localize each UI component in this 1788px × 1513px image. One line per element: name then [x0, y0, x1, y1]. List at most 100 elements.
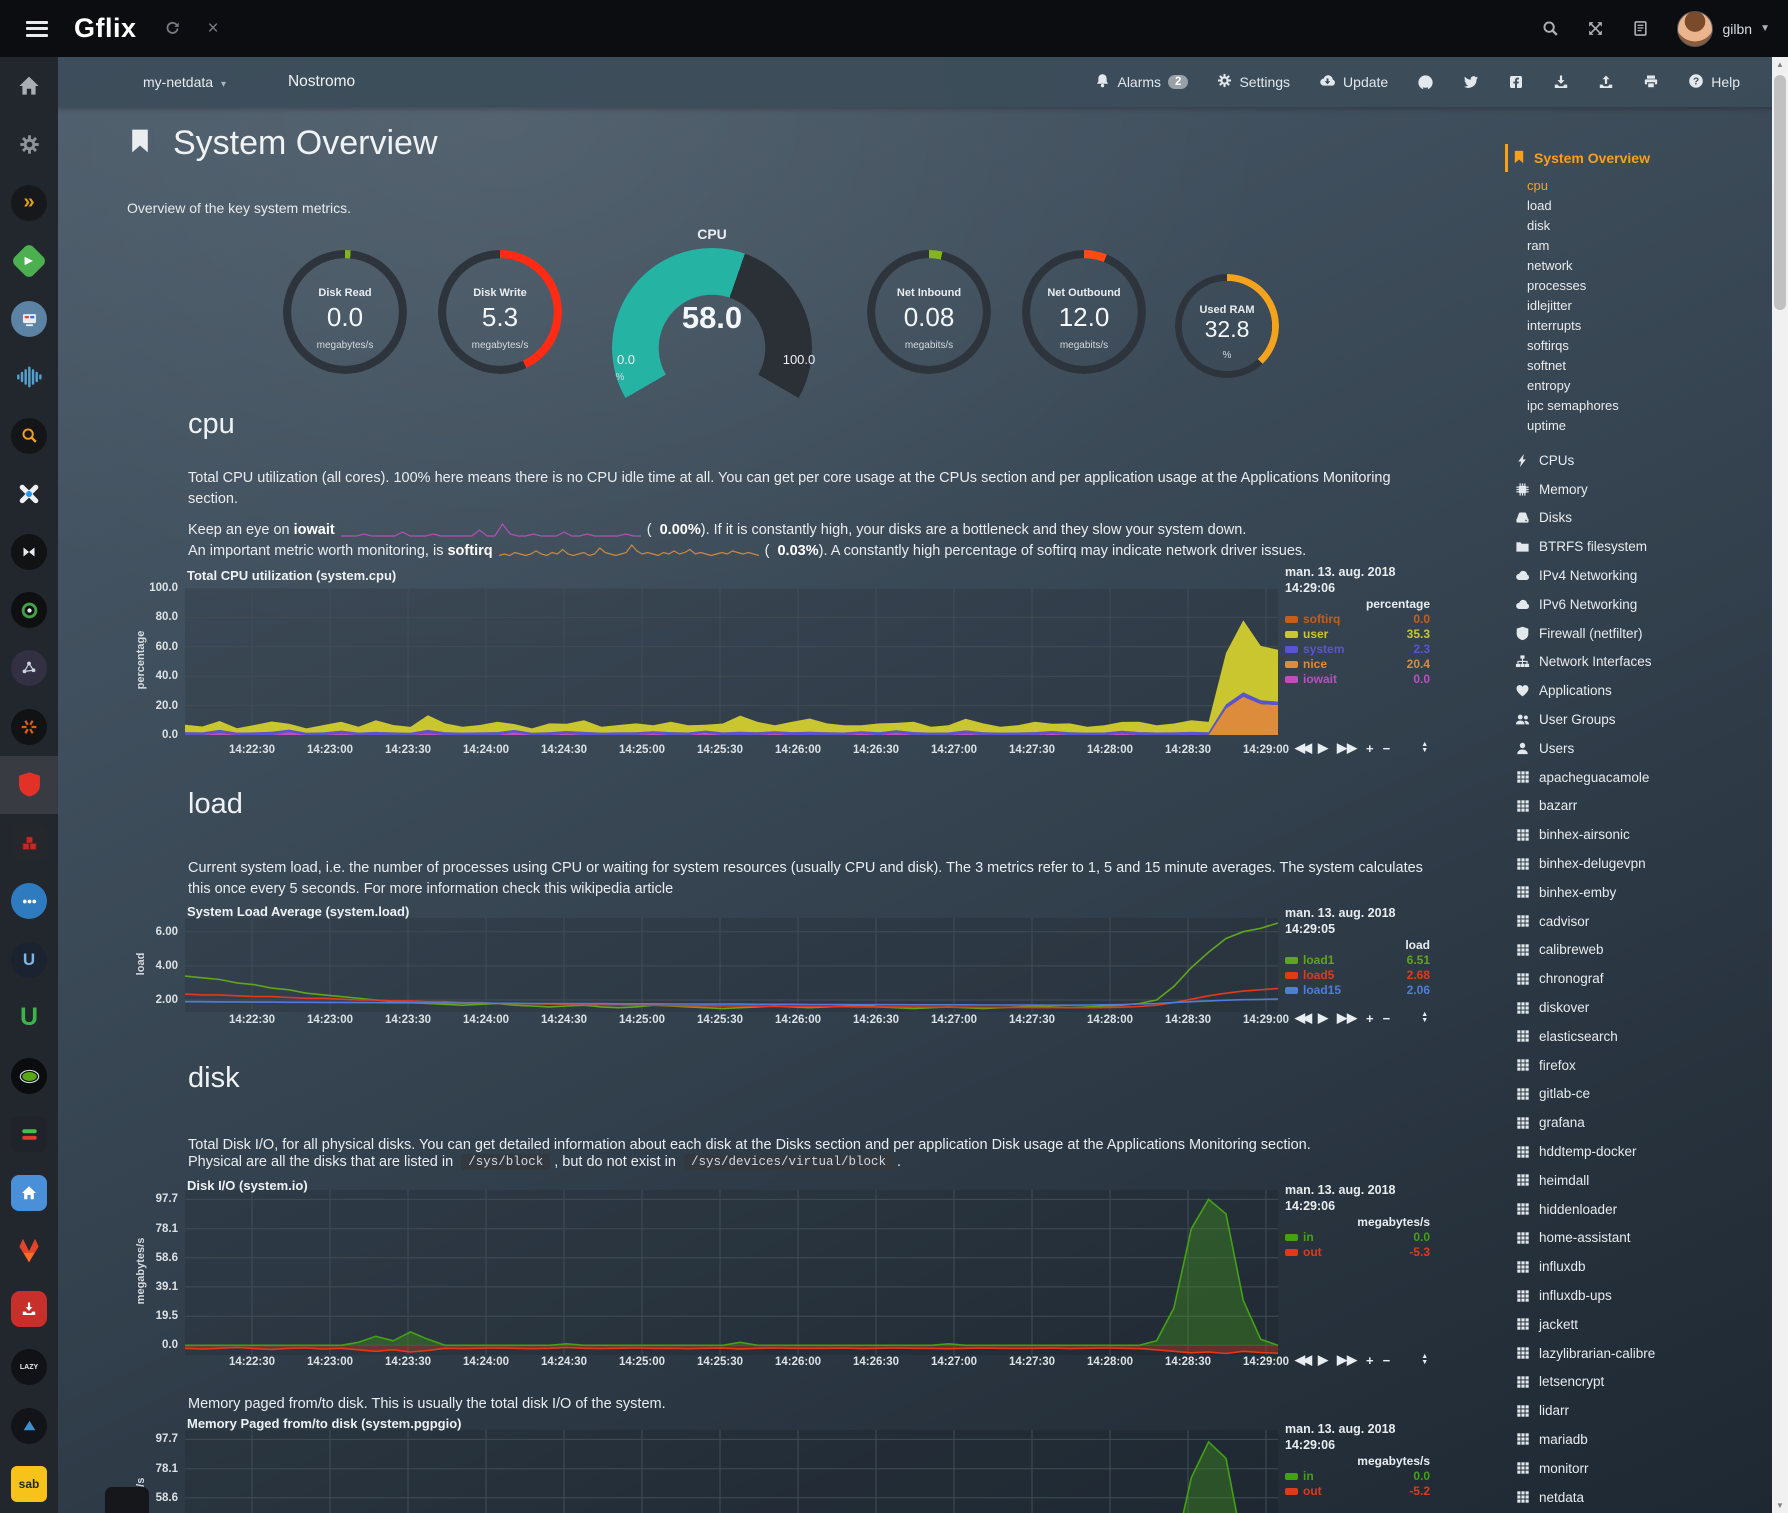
sidebar-app-item[interactable]: sab: [0, 1455, 58, 1513]
sidebar-app-item[interactable]: [0, 698, 58, 756]
sidebar-app-item[interactable]: [0, 581, 58, 639]
scroll-up-icon[interactable]: ▲: [1772, 60, 1788, 69]
chart-system.io[interactable]: [185, 1190, 1278, 1355]
menu-app-influxdb-ups[interactable]: influxdb-ups: [1512, 1281, 1764, 1310]
menu-section-firewall-netfilter-[interactable]: Firewall (netfilter): [1512, 619, 1764, 648]
sidebar-app-item[interactable]: [0, 1280, 58, 1338]
pan-forward-button[interactable]: ▶▶: [1337, 1010, 1357, 1026]
sidebar-app-item[interactable]: [0, 115, 58, 173]
play-button[interactable]: ▶: [1318, 1010, 1328, 1026]
zoom-in-button[interactable]: +: [1366, 741, 1374, 756]
sidebar-app-item[interactable]: [0, 1047, 58, 1105]
sidebar-app-item[interactable]: [0, 348, 58, 406]
update-button[interactable]: Update: [1319, 72, 1388, 92]
resize-handle[interactable]: ▲▼: [1421, 742, 1428, 754]
menu-app-calibreweb[interactable]: calibreweb: [1512, 936, 1764, 965]
legend-item-softirq[interactable]: softirq0.0: [1285, 612, 1430, 627]
export-icon[interactable]: [1598, 74, 1614, 90]
menu-app-cadvisor[interactable]: cadvisor: [1512, 907, 1764, 936]
submenu-item-idlejitter[interactable]: idlejitter: [1527, 296, 1764, 316]
scroll-down-icon[interactable]: ▼: [1772, 1501, 1788, 1510]
menu-app-bazarr[interactable]: bazarr: [1512, 792, 1764, 821]
menu-hamburger-icon[interactable]: [26, 21, 48, 37]
menu-app-chronograf[interactable]: chronograf: [1512, 964, 1764, 993]
menu-section-user-groups[interactable]: User Groups: [1512, 705, 1764, 734]
sidebar-app-item[interactable]: [0, 465, 58, 523]
menu-section-btrfs-filesystem[interactable]: BTRFS filesystem: [1512, 532, 1764, 561]
submenu-item-cpu[interactable]: cpu: [1527, 176, 1764, 196]
gauge-cpu[interactable]: CPU58.00.0100.0%: [612, 226, 812, 450]
menu-section-applications[interactable]: Applications: [1512, 676, 1764, 705]
alarms-button[interactable]: Alarms2: [1095, 73, 1188, 91]
menu-app-diskover[interactable]: diskover: [1512, 993, 1764, 1022]
submenu-item-processes[interactable]: processes: [1527, 276, 1764, 296]
zoom-in-button[interactable]: +: [1366, 1011, 1374, 1026]
sidebar-app-item[interactable]: [0, 406, 58, 464]
menu-app-monitorr[interactable]: monitorr: [1512, 1454, 1764, 1483]
pan-forward-button[interactable]: ▶▶: [1337, 1352, 1357, 1368]
menu-app-apacheguacamole[interactable]: apacheguacamole: [1512, 763, 1764, 792]
legend-item-iowait[interactable]: iowait0.0: [1285, 672, 1430, 687]
sidebar-app-item[interactable]: [0, 814, 58, 872]
sidebar-app-item[interactable]: U: [0, 931, 58, 989]
submenu-item-softirqs[interactable]: softirqs: [1527, 336, 1764, 356]
fullscreen-icon[interactable]: [1587, 20, 1604, 37]
page-scrollbar[interactable]: ▲ ▼: [1772, 57, 1788, 1513]
refresh-icon[interactable]: [165, 21, 180, 36]
sidebar-app-item[interactable]: ▶: [0, 232, 58, 290]
gauge-net-inbound[interactable]: Net Inbound0.08megabits/s: [867, 250, 991, 374]
sidebar-app-item[interactable]: [0, 639, 58, 697]
menu-app-lidarr[interactable]: lidarr: [1512, 1396, 1764, 1425]
menu-app-elasticsearch[interactable]: elasticsearch: [1512, 1022, 1764, 1051]
zoom-out-button[interactable]: −: [1383, 1011, 1391, 1026]
menu-app-firefox[interactable]: firefox: [1512, 1051, 1764, 1080]
submenu-item-disk[interactable]: disk: [1527, 216, 1764, 236]
help-button[interactable]: ?Help: [1688, 73, 1740, 92]
submenu-item-uptime[interactable]: uptime: [1527, 416, 1764, 436]
legend-item-user[interactable]: user35.3: [1285, 627, 1430, 642]
legend-item-in[interactable]: in0.0: [1285, 1230, 1430, 1245]
legend-item-out[interactable]: out-5.3: [1285, 1245, 1430, 1260]
menu-app-home-assistant[interactable]: home-assistant: [1512, 1224, 1764, 1253]
menu-section-memory[interactable]: Memory: [1512, 475, 1764, 504]
menu-app-hiddenloader[interactable]: hiddenloader: [1512, 1195, 1764, 1224]
sidebar-app-item[interactable]: [0, 523, 58, 581]
menu-section-network-interfaces[interactable]: Network Interfaces: [1512, 648, 1764, 677]
play-button[interactable]: ▶: [1318, 1352, 1328, 1368]
submenu-item-ram[interactable]: ram: [1527, 236, 1764, 256]
menu-section-ipv6-networking[interactable]: IPv6 Networking: [1512, 590, 1764, 619]
settings-button[interactable]: Settings: [1217, 73, 1290, 91]
close-icon[interactable]: ×: [208, 18, 219, 40]
sidebar-app-item[interactable]: [0, 756, 58, 814]
scrollbar-thumb[interactable]: [1774, 75, 1786, 310]
twitter-icon[interactable]: [1463, 74, 1479, 90]
menu-app-binhex-delugevpn[interactable]: binhex-delugevpn: [1512, 849, 1764, 878]
sidebar-app-item[interactable]: [0, 1396, 58, 1454]
menu-app-netdata[interactable]: netdata: [1512, 1483, 1764, 1512]
legend-item-system[interactable]: system2.3: [1285, 642, 1430, 657]
user-menu-caret-icon[interactable]: ▼: [1760, 23, 1770, 34]
menu-app-jackett[interactable]: jackett: [1512, 1310, 1764, 1339]
sidebar-app-item[interactable]: [0, 290, 58, 348]
menu-app-hddtemp-docker[interactable]: hddtemp-docker: [1512, 1137, 1764, 1166]
sidebar-app-item[interactable]: [0, 872, 58, 930]
server-dropdown[interactable]: my-netdata ▾: [143, 74, 226, 90]
zoom-in-button[interactable]: +: [1366, 1353, 1374, 1368]
gauge-disk-write[interactable]: Disk Write5.3megabytes/s: [438, 250, 562, 374]
menu-app-influxdb[interactable]: influxdb: [1512, 1252, 1764, 1281]
sidebar-app-item[interactable]: LAZY: [0, 1338, 58, 1396]
chart-system.pgpgio[interactable]: [185, 1430, 1278, 1513]
facebook-icon[interactable]: [1508, 74, 1524, 90]
changelog-icon[interactable]: [1632, 20, 1649, 37]
menu-app-mariadb[interactable]: mariadb: [1512, 1425, 1764, 1454]
menu-section-system-overview[interactable]: System Overview: [1512, 146, 1764, 170]
menu-section-users[interactable]: Users: [1512, 734, 1764, 763]
resize-handle[interactable]: ▲▼: [1421, 1354, 1428, 1366]
legend-item-in[interactable]: in0.0: [1285, 1469, 1430, 1484]
submenu-item-ipc-semaphores[interactable]: ipc semaphores: [1527, 396, 1764, 416]
legend-item-load1[interactable]: load16.51: [1285, 953, 1430, 968]
zoom-out-button[interactable]: −: [1383, 1353, 1391, 1368]
sidebar-app-item[interactable]: [0, 57, 58, 115]
play-button[interactable]: ▶: [1318, 740, 1328, 756]
pan-backward-button[interactable]: ◀◀: [1295, 740, 1309, 756]
